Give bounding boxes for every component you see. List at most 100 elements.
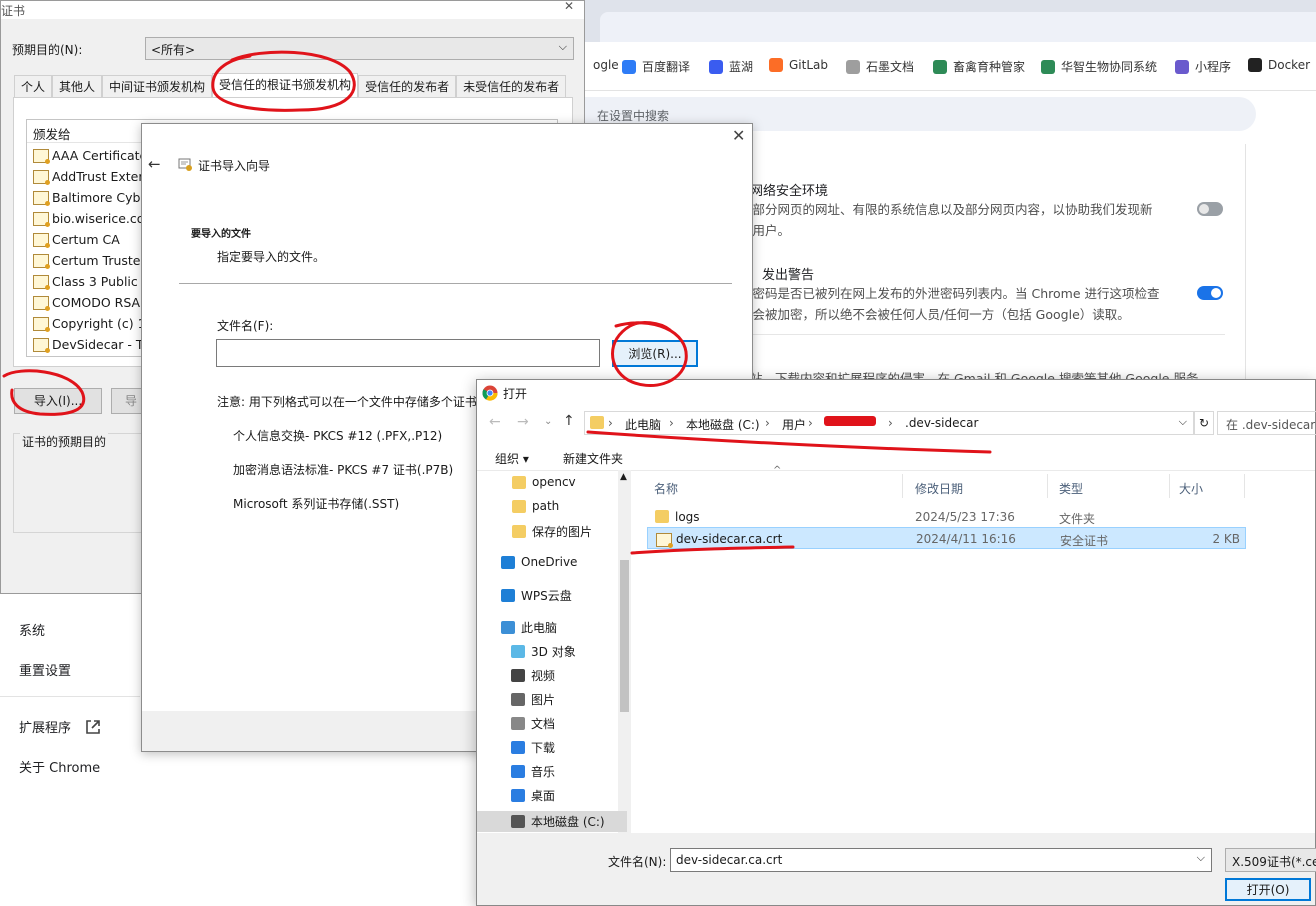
cert-row[interactable]: bio.wiserice.com [33, 211, 157, 227]
nav-scrollbar[interactable]: ▲ ▼ [618, 470, 631, 833]
chevron-down-icon[interactable]: ⌵ [1179, 415, 1187, 429]
browser-tab-strip [600, 12, 1316, 42]
sidebar-item-about-chrome[interactable]: 关于 Chrome [19, 757, 100, 776]
bookmark-6[interactable]: 华智生物协同系统 [1041, 58, 1157, 75]
sidebar-item-reset[interactable]: 重置设置 [19, 660, 71, 679]
filename-label: 文件名(N): [608, 855, 667, 869]
purpose-select[interactable]: <所有> ⌵ [145, 37, 574, 60]
breadcrumb-item[interactable]: 本地磁盘 (C:) [686, 416, 760, 433]
column-header[interactable]: 类型 [1059, 480, 1083, 497]
sidebar-item-system[interactable]: 系统 [19, 620, 45, 639]
bookmark-0[interactable]: ogle [593, 58, 619, 72]
column-header[interactable]: 名称 [654, 480, 678, 497]
address-bar[interactable]: ⌵ › 此电脑 › 本地磁盘 (C:) › 用户 › › .dev-sidecar [584, 411, 1194, 435]
cert-row[interactable]: Baltimore Cyber [33, 190, 153, 206]
nav-item[interactable]: 保存的图片 [512, 523, 592, 540]
breadcrumb-separator: › [669, 416, 674, 430]
nav-item[interactable]: 音乐 [511, 763, 555, 780]
nav-item[interactable]: 本地磁盘 (C:) [477, 811, 627, 832]
nav-item[interactable]: 此电脑 [501, 619, 557, 636]
filename-input[interactable]: dev-sidecar.ca.crt ⌵ [670, 848, 1212, 872]
nav-item[interactable]: 下载 [511, 739, 555, 756]
setting-title-password-warning: 发出警告 [762, 268, 815, 283]
open-button[interactable]: 打开(O) [1225, 878, 1311, 901]
file-list: ^ 名称 修改日期 类型 大小 logs 2024/5/23 17:36 文件夹 dev-si… [634, 465, 1315, 833]
column-header[interactable]: 大小 [1179, 480, 1203, 497]
folder-search-input[interactable]: 在 .dev-sidecar [1217, 411, 1316, 435]
nav-item[interactable]: 文档 [511, 715, 555, 732]
tab-1[interactable]: 其他人 [52, 75, 103, 98]
sidebar-item-extensions[interactable]: 扩展程序 [19, 717, 101, 736]
tab-0[interactable]: 个人 [14, 75, 53, 98]
divider [179, 283, 732, 284]
column-issued-to[interactable]: 颁发给 [33, 124, 71, 143]
format-item: Microsoft 系列证书存储(.SST) [233, 497, 400, 511]
scrollbar-thumb[interactable] [620, 560, 629, 712]
breadcrumb-item[interactable]: 此电脑 [625, 416, 661, 433]
tab-3[interactable]: 受信任的根证书颁发机构 [212, 73, 359, 98]
cert-purposes-label: 证书的预期目的 [20, 433, 109, 450]
close-icon[interactable]: ✕ [564, 0, 574, 13]
scroll-up-icon[interactable]: ▲ [620, 472, 627, 482]
close-icon[interactable]: ✕ [732, 126, 745, 145]
file-row[interactable]: logs 2024/5/23 17:36 文件夹 [647, 506, 1246, 528]
cert-row[interactable]: AddTrust Extern [33, 169, 151, 185]
certificate-icon [33, 253, 50, 269]
safe-browsing-toggle[interactable] [1197, 202, 1223, 216]
certificate-icon [33, 274, 50, 290]
organize-button[interactable]: 组织 ▾ [495, 450, 529, 467]
bookmark-8[interactable]: Docker [1248, 58, 1310, 72]
wizard-section-desc: 指定要导入的文件。 [217, 250, 326, 264]
back-arrow-icon[interactable]: ← [489, 414, 501, 430]
certificate-icon [33, 295, 50, 311]
browse-button[interactable]: 浏览(R)... [612, 340, 698, 367]
purpose-label: 预期目的(N): [12, 43, 83, 57]
nav-item[interactable]: 视频 [511, 667, 555, 684]
file-date: 2024/5/23 17:36 [915, 510, 1015, 524]
file-name-input[interactable] [216, 339, 600, 367]
cert-row[interactable]: Class 3 Public Pr [33, 274, 154, 290]
cert-row[interactable]: DevSidecar - Th [33, 337, 151, 353]
forward-arrow-icon[interactable]: → [517, 414, 529, 430]
breadcrumb-item[interactable]: 用户 [782, 416, 806, 433]
up-arrow-icon[interactable]: ↑ [563, 413, 575, 429]
bookmark-3[interactable]: GitLab [769, 58, 828, 72]
cert-row[interactable]: Certum Trusted [33, 253, 148, 269]
bookmark-2[interactable]: 蓝湖 [709, 58, 753, 75]
desktop-icon [511, 789, 525, 802]
bookmarks-bar: ogle 百度翻译 蓝湖 GitLab 石墨文档 畜禽育种管家 华智生物协同系统 小程序 Doc… [585, 42, 1316, 91]
cert-row[interactable]: Certum CA [33, 232, 120, 248]
refresh-icon[interactable]: ↻ [1194, 411, 1214, 435]
nav-item[interactable]: 桌面 [511, 787, 555, 804]
cert-row[interactable]: COMODO RSA C [33, 295, 153, 311]
tab-2[interactable]: 中间证书颁发机构 [102, 75, 213, 98]
back-arrow-icon[interactable]: ← [148, 155, 161, 173]
tab-5[interactable]: 未受信任的发布者 [456, 75, 567, 98]
format-note: 注意: 用下列格式可以在一个文件中存储多个证书 [217, 395, 477, 409]
breadcrumb-item[interactable]: .dev-sidecar [905, 416, 978, 430]
bookmark-1[interactable]: 百度翻译 [622, 58, 690, 75]
new-folder-button[interactable]: 新建文件夹 [563, 450, 623, 467]
certificate-icon [656, 533, 673, 548]
filetype-select[interactable]: X.509证书(*.cer; [1225, 848, 1316, 872]
column-header[interactable]: 修改日期 [915, 480, 963, 497]
video-icon [511, 669, 525, 682]
bookmark-4[interactable]: 石墨文档 [846, 58, 914, 75]
bookmark-5[interactable]: 畜禽育种管家 [933, 58, 1025, 75]
tab-4[interactable]: 受信任的发布者 [358, 75, 457, 98]
nav-item[interactable]: 3D 对象 [511, 643, 576, 660]
import-button[interactable]: 导入(I)... [14, 388, 102, 414]
bookmark-7[interactable]: 小程序 [1175, 58, 1231, 75]
nav-item[interactable]: 图片 [511, 691, 555, 708]
nav-item[interactable]: opencv [512, 475, 576, 489]
nav-item[interactable]: OneDrive [501, 555, 577, 569]
nav-item[interactable]: path [512, 499, 559, 513]
nav-item[interactable]: WPS云盘 [501, 587, 572, 604]
leaf-icon [933, 59, 947, 74]
cert-store-tabs: 个人 其他人 中间证书颁发机构 受信任的根证书颁发机构 受信任的发布者 未受信任的发布者 [14, 73, 567, 98]
chevron-down-icon[interactable]: ⌵ [1197, 851, 1205, 865]
cert-row[interactable]: Copyright (c) 19 [33, 316, 154, 332]
password-warning-toggle[interactable] [1197, 286, 1223, 300]
file-row[interactable]: dev-sidecar.ca.crt 2024/4/11 16:16 安全证书 2 K… [647, 527, 1246, 549]
recent-dropdown-icon[interactable]: ⌄ [544, 416, 552, 427]
